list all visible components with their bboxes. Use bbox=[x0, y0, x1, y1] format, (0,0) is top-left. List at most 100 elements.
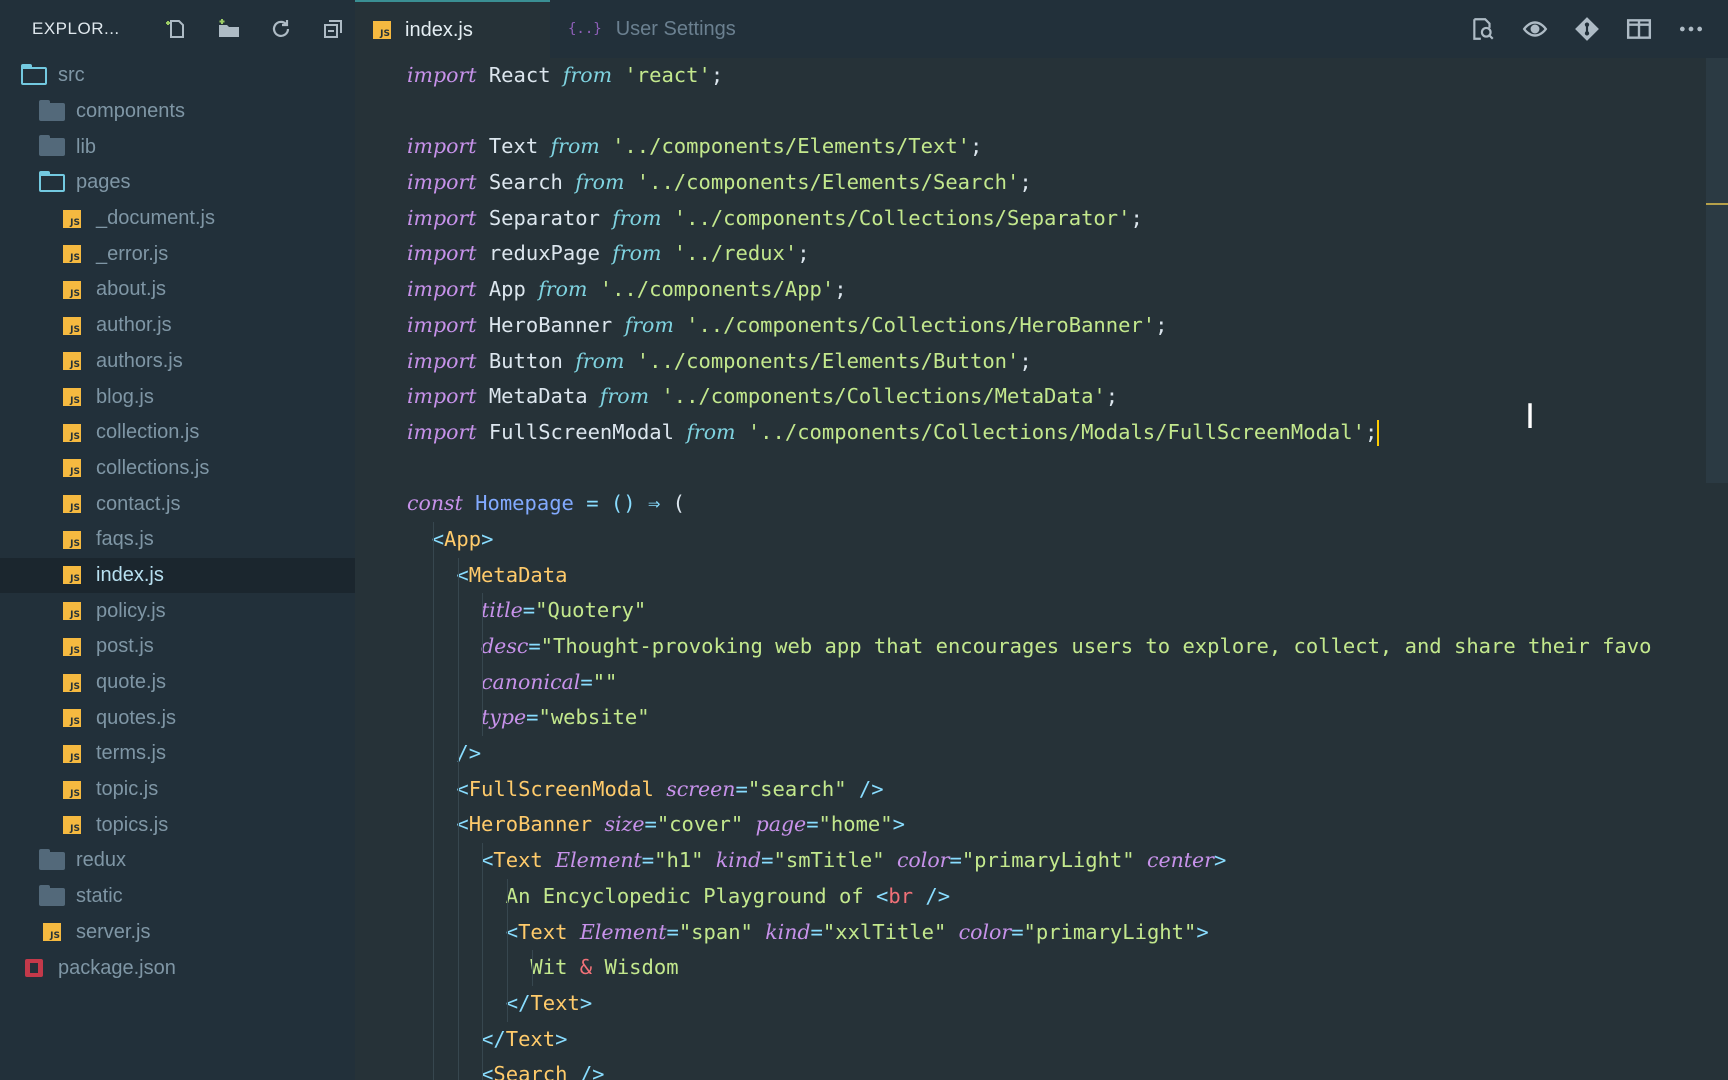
tree-item[interactable]: JS quotes.js bbox=[0, 700, 355, 736]
code-token: Button bbox=[476, 348, 576, 373]
tree-item[interactable]: JS _document.js bbox=[0, 201, 355, 237]
indent-guide bbox=[457, 914, 459, 951]
tree-item[interactable]: lib bbox=[0, 129, 355, 165]
tree-item[interactable]: JS quote.js bbox=[0, 665, 355, 701]
tree-item[interactable]: redux bbox=[0, 843, 355, 879]
tree-item-label: author.js bbox=[96, 314, 172, 337]
code-line: An Encyclopedic Playground of <br /> bbox=[355, 878, 1708, 915]
tree-item[interactable]: JS about.js bbox=[0, 272, 355, 308]
tree-item[interactable]: JS index.js bbox=[0, 557, 355, 594]
indent-guide bbox=[433, 771, 434, 808]
tree-item-label: contact.js bbox=[96, 492, 181, 515]
indent-guide bbox=[457, 878, 459, 915]
more-icon[interactable] bbox=[1676, 14, 1706, 44]
code-line: <App> bbox=[355, 521, 1708, 558]
collapse-all-icon[interactable] bbox=[318, 14, 348, 44]
tree-item[interactable]: JS post.js bbox=[0, 629, 355, 665]
indent-guide bbox=[433, 557, 434, 594]
tree-item[interactable]: components bbox=[0, 94, 355, 130]
indent-guide bbox=[433, 521, 434, 558]
tree-item[interactable]: JS terms.js bbox=[0, 736, 355, 772]
tree-item[interactable]: JS collections.js bbox=[0, 451, 355, 487]
code-line: Wit & Wisdom bbox=[355, 950, 1708, 986]
folder-icon bbox=[38, 848, 66, 872]
git-icon[interactable] bbox=[1572, 14, 1602, 44]
tree-item-label: src bbox=[58, 64, 85, 87]
code-token: = bbox=[586, 491, 599, 516]
search-preview-icon[interactable] bbox=[1468, 14, 1498, 44]
explorer-header: EXPLOR... bbox=[0, 0, 355, 58]
indent-guide bbox=[433, 878, 434, 915]
code-token: React bbox=[476, 63, 563, 87]
code-line: <Search /> bbox=[355, 1057, 1708, 1080]
indent-guide bbox=[482, 593, 484, 629]
tree-item[interactable]: pages bbox=[0, 165, 355, 201]
code-line: title="Quotery" bbox=[355, 593, 1708, 629]
code-line: /> bbox=[355, 736, 1708, 772]
tree-item[interactable]: src bbox=[0, 58, 355, 94]
code-token: '../components/Elements/Button' bbox=[636, 348, 1020, 373]
eye-icon[interactable] bbox=[1520, 14, 1550, 44]
new-file-icon[interactable] bbox=[162, 14, 192, 44]
indent-guide bbox=[482, 843, 484, 879]
tree-item-label: redux bbox=[76, 849, 127, 872]
tree-item[interactable]: JS policy.js bbox=[0, 593, 355, 629]
tree-item-label: topic.js bbox=[96, 778, 159, 801]
code-token: MetaData bbox=[476, 384, 600, 409]
split-editor-icon[interactable] bbox=[1624, 14, 1654, 44]
tab-index-js[interactable]: JS index.js bbox=[355, 0, 550, 58]
code-token: "smTitle" bbox=[773, 848, 885, 873]
code-token: br bbox=[888, 883, 914, 908]
indent-guide bbox=[433, 807, 434, 844]
tree-item[interactable]: JS blog.js bbox=[0, 379, 355, 415]
refresh-icon[interactable] bbox=[266, 14, 296, 44]
tab-user-settings[interactable]: {..} User Settings bbox=[550, 0, 754, 58]
js-file-icon: JS bbox=[58, 457, 86, 479]
code-token: Search bbox=[476, 170, 576, 195]
tree-item[interactable]: JS collection.js bbox=[0, 415, 355, 451]
tree-item[interactable]: JS topic.js bbox=[0, 772, 355, 808]
code-token: "home" bbox=[818, 812, 893, 837]
tree-item[interactable]: static bbox=[0, 879, 355, 915]
tree-item[interactable]: JS server.js bbox=[0, 915, 355, 951]
tree-item[interactable]: JS contact.js bbox=[0, 486, 355, 522]
code-token: import bbox=[407, 241, 477, 266]
tree-item[interactable]: package.json bbox=[0, 950, 355, 986]
code-token: Element bbox=[555, 848, 642, 873]
new-folder-icon[interactable] bbox=[214, 14, 244, 44]
tree-item[interactable]: JS faqs.js bbox=[0, 522, 355, 558]
indent-guide bbox=[433, 1057, 434, 1080]
code-token: & bbox=[579, 955, 593, 980]
code-token: = bbox=[522, 598, 536, 623]
scrollbar[interactable] bbox=[1706, 58, 1728, 483]
code-line: <MetaData bbox=[355, 557, 1708, 594]
indent-guide bbox=[433, 1021, 434, 1058]
tree-item[interactable]: JS topics.js bbox=[0, 807, 355, 843]
code-editor[interactable]: import React from 'react'; import Text fr… bbox=[355, 58, 1708, 1080]
code-token: page bbox=[755, 812, 807, 837]
code-token: import bbox=[407, 384, 477, 409]
indent-guide bbox=[482, 878, 484, 915]
indent-guide bbox=[457, 985, 459, 1022]
code-token: "cover" bbox=[656, 812, 744, 837]
tree-item[interactable]: JS _error.js bbox=[0, 236, 355, 272]
tree-item[interactable]: JS authors.js bbox=[0, 344, 355, 380]
code-token: desc bbox=[481, 634, 529, 658]
code-line: import Text from '../components/Elements… bbox=[355, 129, 1708, 165]
code-token: ⇒ bbox=[647, 491, 661, 516]
code-token: MetaData bbox=[468, 562, 568, 587]
code-token: import bbox=[407, 277, 477, 302]
indent-guide bbox=[507, 950, 509, 986]
code-token: from bbox=[575, 170, 625, 195]
tree-item[interactable]: JS author.js bbox=[0, 308, 355, 344]
indent-guide bbox=[457, 843, 459, 879]
